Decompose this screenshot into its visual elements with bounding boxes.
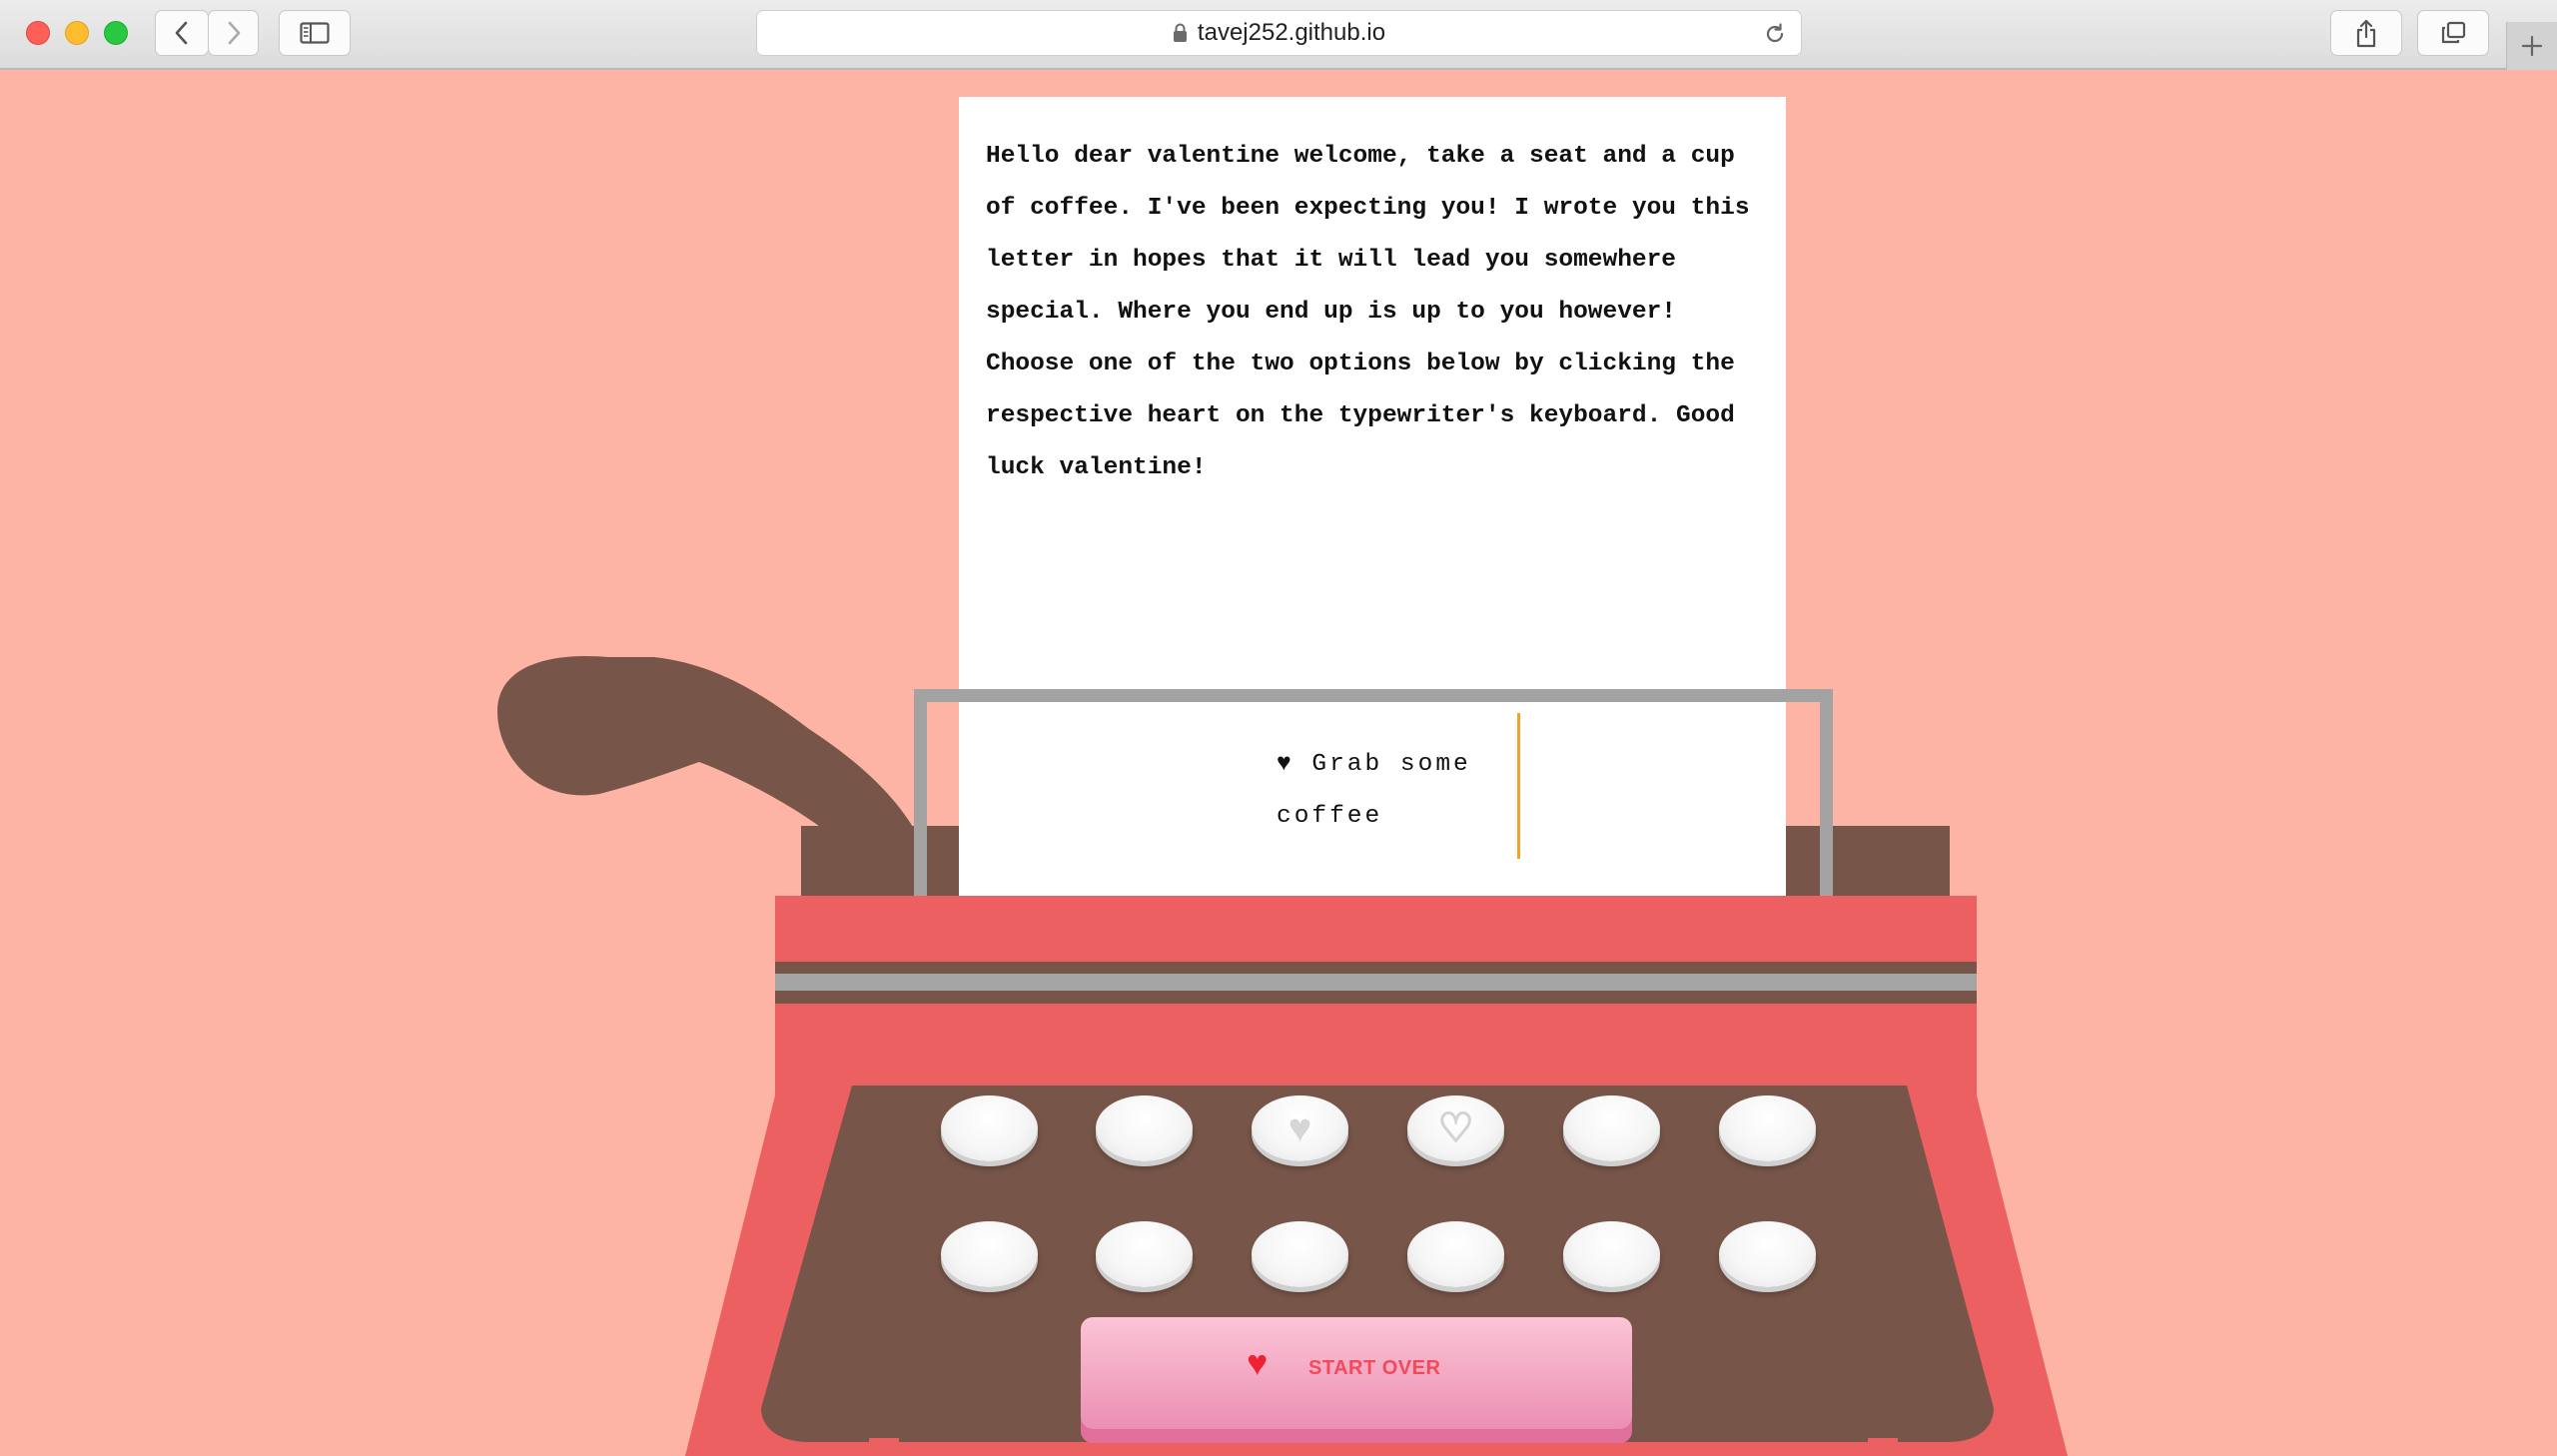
heart-key-option-two[interactable]: ♡ [1407, 1095, 1504, 1161]
keyboard-key[interactable] [1096, 1095, 1193, 1161]
keyboard-key[interactable] [1719, 1221, 1816, 1287]
keyboard-key[interactable] [941, 1221, 1038, 1287]
heart-outline-icon: ♡ [1437, 1106, 1475, 1150]
heart-icon: ♥ [1247, 1342, 1269, 1383]
keyboard-key[interactable] [1096, 1221, 1193, 1287]
start-over-label: START OVER [1308, 1357, 1441, 1379]
keyboard-key[interactable] [1252, 1221, 1348, 1287]
heart-icon: ♥ [1287, 1106, 1312, 1150]
keyboard-key[interactable] [1563, 1095, 1660, 1161]
keyboard-key[interactable] [1563, 1221, 1660, 1287]
keyboard-key[interactable] [1407, 1221, 1504, 1287]
keyboard-key[interactable] [1719, 1095, 1816, 1161]
start-over-button[interactable]: ♥ START OVER [1081, 1317, 1632, 1429]
keyboard-key[interactable] [941, 1095, 1038, 1161]
heart-key-option-one[interactable]: ♥ [1252, 1095, 1348, 1161]
